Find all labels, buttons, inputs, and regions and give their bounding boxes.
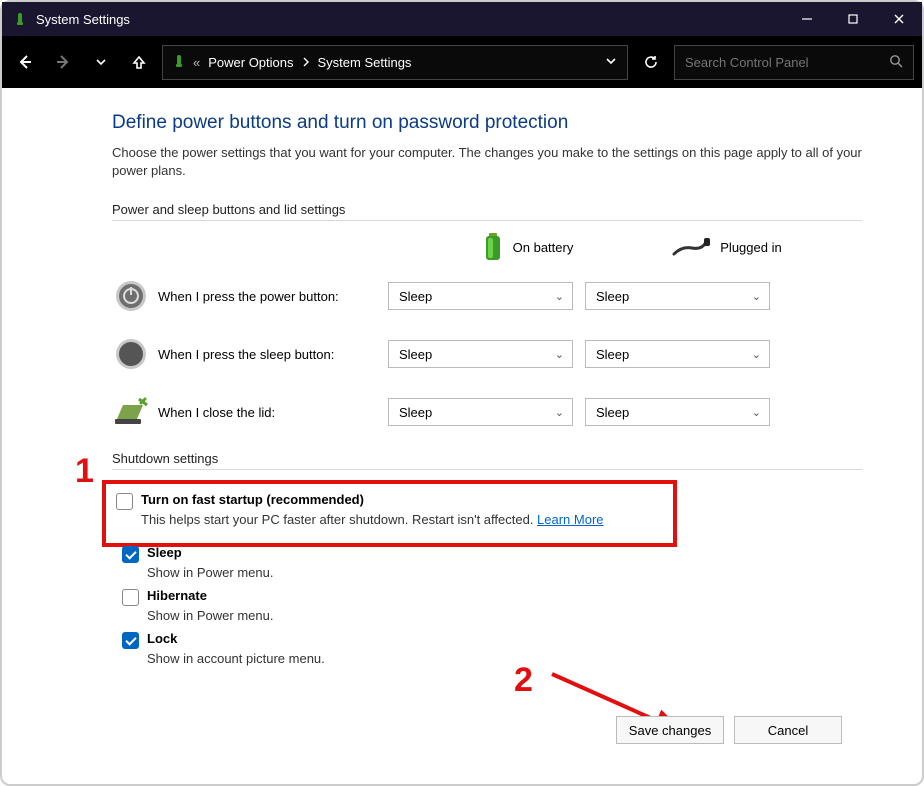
address-dropdown-icon[interactable]	[605, 55, 617, 70]
fast-startup-desc: This helps start your PC faster after sh…	[141, 512, 537, 527]
battery-icon	[173, 54, 185, 71]
col-battery: On battery	[432, 231, 622, 263]
search-box[interactable]	[674, 45, 914, 80]
select-lid-plugged[interactable]: Sleep⌄	[585, 398, 770, 426]
recent-dropdown[interactable]	[86, 47, 116, 77]
row-power-button: When I press the power button: Sleep⌄ Sl…	[112, 277, 862, 315]
title-bar: System Settings	[2, 2, 922, 36]
app-icon	[12, 11, 28, 27]
annotation-1: 1	[75, 452, 94, 491]
minimize-button[interactable]	[784, 2, 830, 36]
chevron-right-icon	[302, 55, 310, 70]
breadcrumb-current: System Settings	[318, 55, 412, 70]
col-plugged-label: Plugged in	[720, 240, 781, 255]
sleep-label: Sleep	[147, 545, 182, 560]
breadcrumb-ellipsis: «	[193, 55, 200, 70]
shutdown-group-label: Shutdown settings	[112, 451, 862, 470]
sleep-item: Sleep	[122, 545, 862, 563]
lock-desc: Show in account picture menu.	[147, 651, 862, 666]
select-sleep-plugged[interactable]: Sleep⌄	[585, 340, 770, 368]
row-power-label: When I press the power button:	[158, 289, 388, 304]
hibernate-desc: Show in Power menu.	[147, 608, 862, 623]
breadcrumb-bar[interactable]: « Power Options System Settings	[162, 45, 628, 80]
row-lid-label: When I close the lid:	[158, 405, 388, 420]
fast-startup-item: Turn on fast startup (recommended)	[116, 492, 663, 510]
learn-more-link[interactable]: Learn More	[537, 512, 603, 527]
battery-icon	[481, 231, 505, 263]
row-sleep-label: When I press the sleep button:	[158, 347, 388, 362]
footer-buttons: Save changes Cancel	[616, 716, 842, 744]
page-description: Choose the power settings that you want …	[112, 144, 862, 180]
window-title: System Settings	[36, 12, 130, 27]
search-icon[interactable]	[889, 54, 903, 71]
select-lid-battery[interactable]: Sleep⌄	[388, 398, 573, 426]
sleep-button-icon	[112, 335, 150, 373]
back-button[interactable]	[10, 47, 40, 77]
select-power-battery[interactable]: Sleep⌄	[388, 282, 573, 310]
sleep-desc: Show in Power menu.	[147, 565, 862, 580]
annotation-2: 2	[514, 661, 533, 700]
power-button-icon	[112, 277, 150, 315]
toolbar: « Power Options System Settings	[2, 36, 922, 88]
select-sleep-battery[interactable]: Sleep⌄	[388, 340, 573, 368]
chevron-down-icon: ⌄	[555, 290, 564, 303]
content-area: Define power buttons and turn on passwor…	[2, 88, 922, 666]
sleep-checkbox[interactable]	[122, 546, 139, 563]
lock-item: Lock	[122, 631, 862, 649]
window-controls	[784, 2, 922, 36]
up-button[interactable]	[124, 47, 154, 77]
forward-button[interactable]	[48, 47, 78, 77]
maximize-button[interactable]	[830, 2, 876, 36]
row-sleep-button: When I press the sleep button: Sleep⌄ Sl…	[112, 335, 862, 373]
save-button[interactable]: Save changes	[616, 716, 724, 744]
hibernate-checkbox[interactable]	[122, 589, 139, 606]
lock-checkbox[interactable]	[122, 632, 139, 649]
col-plugged: Plugged in	[632, 236, 822, 258]
laptop-lid-icon	[112, 393, 150, 431]
hibernate-label: Hibernate	[147, 588, 207, 603]
plug-icon	[672, 236, 712, 258]
fast-startup-checkbox[interactable]	[116, 493, 133, 510]
fast-startup-label: Turn on fast startup (recommended)	[141, 492, 364, 507]
chevron-down-icon: ⌄	[555, 406, 564, 419]
chevron-down-icon: ⌄	[555, 348, 564, 361]
refresh-button[interactable]	[636, 47, 666, 77]
chevron-down-icon: ⌄	[752, 290, 761, 303]
page-heading: Define power buttons and turn on passwor…	[112, 112, 862, 134]
hibernate-item: Hibernate	[122, 588, 862, 606]
column-headers: On battery Plugged in	[112, 231, 862, 263]
annotation-box-1: Turn on fast startup (recommended) This …	[102, 480, 677, 547]
close-button[interactable]	[876, 2, 922, 36]
power-buttons-group-label: Power and sleep buttons and lid settings	[112, 202, 862, 221]
breadcrumb-parent[interactable]: Power Options	[208, 55, 293, 70]
lock-label: Lock	[147, 631, 177, 646]
chevron-down-icon: ⌄	[752, 348, 761, 361]
cancel-button[interactable]: Cancel	[734, 716, 842, 744]
row-lid: When I close the lid: Sleep⌄ Sleep⌄	[112, 393, 862, 431]
col-battery-label: On battery	[513, 240, 574, 255]
select-power-plugged[interactable]: Sleep⌄	[585, 282, 770, 310]
chevron-down-icon: ⌄	[752, 406, 761, 419]
search-input[interactable]	[685, 55, 889, 70]
